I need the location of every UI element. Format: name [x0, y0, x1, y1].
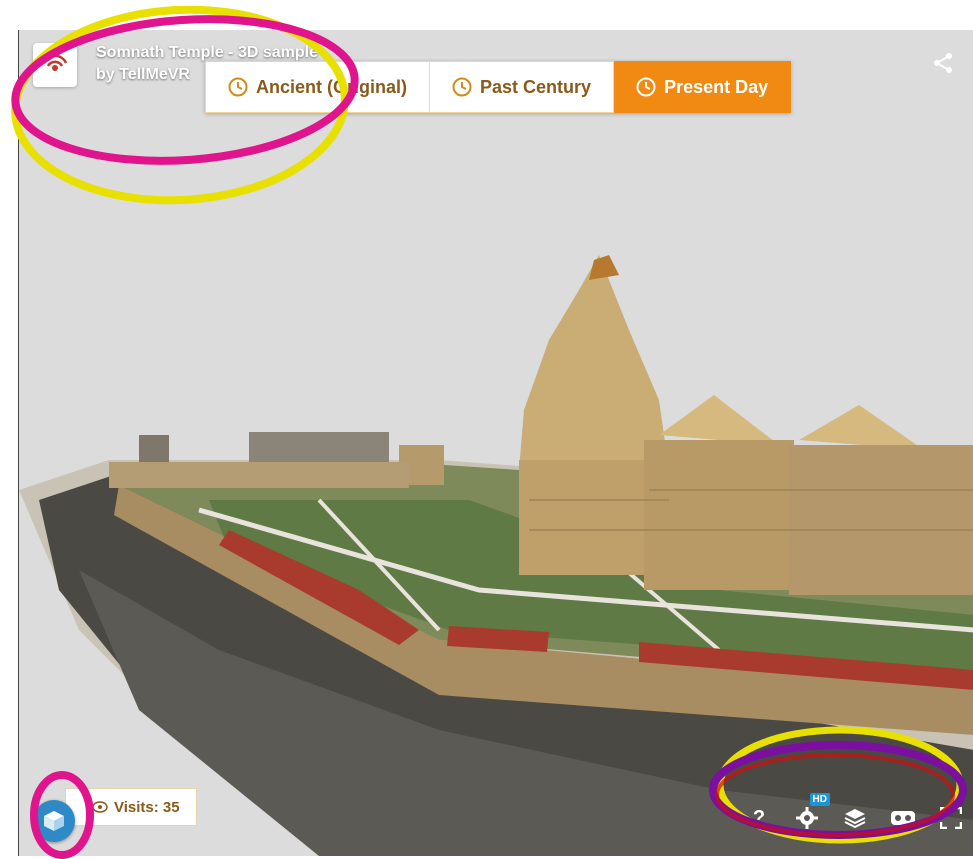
- logo-icon: [42, 54, 68, 71]
- visits-counter: Visits: 35: [65, 788, 197, 826]
- layers-icon: [844, 809, 866, 828]
- timeline-tabs: Ancient (Original) Past Century Present …: [205, 61, 792, 113]
- fullscreen-icon: [940, 807, 962, 829]
- temple-3d-model[interactable]: [19, 30, 973, 856]
- tab-ancient-original[interactable]: Ancient (Original): [205, 61, 431, 113]
- model-author[interactable]: by TellMeVR: [96, 66, 190, 84]
- layers-button[interactable]: [842, 805, 868, 831]
- tab-label: Past Century: [480, 76, 592, 97]
- help-button[interactable]: ?: [746, 805, 772, 831]
- tab-label: Ancient (Original): [256, 76, 408, 97]
- viewer-brand-button[interactable]: [33, 800, 75, 842]
- cube-icon: [44, 811, 64, 831]
- vr-headset-icon: [891, 811, 915, 825]
- tab-label: Present Day: [664, 76, 769, 97]
- tab-present-day[interactable]: Present Day: [614, 61, 792, 113]
- model-title[interactable]: Somnath Temple - 3D sample: [96, 44, 318, 62]
- fullscreen-button[interactable]: [938, 805, 964, 831]
- clock-icon: [636, 77, 656, 97]
- hd-badge: HD: [809, 793, 830, 806]
- vr-button[interactable]: [890, 805, 916, 831]
- viewer-controls: ? HD: [746, 793, 964, 831]
- help-icon: ?: [752, 806, 766, 829]
- share-icon[interactable]: [932, 52, 954, 74]
- settings-icon: [796, 807, 818, 829]
- tab-past-century[interactable]: Past Century: [430, 61, 615, 113]
- visits-label: Visits: 35: [114, 798, 180, 816]
- clock-icon: [228, 77, 248, 97]
- 3d-viewer[interactable]: Somnath Temple - 3D sample by TellMeVR A…: [18, 30, 973, 856]
- eye-icon: [92, 801, 108, 813]
- clock-icon: [452, 77, 472, 97]
- app-logo[interactable]: [33, 43, 77, 87]
- settings-button[interactable]: HD: [794, 793, 830, 831]
